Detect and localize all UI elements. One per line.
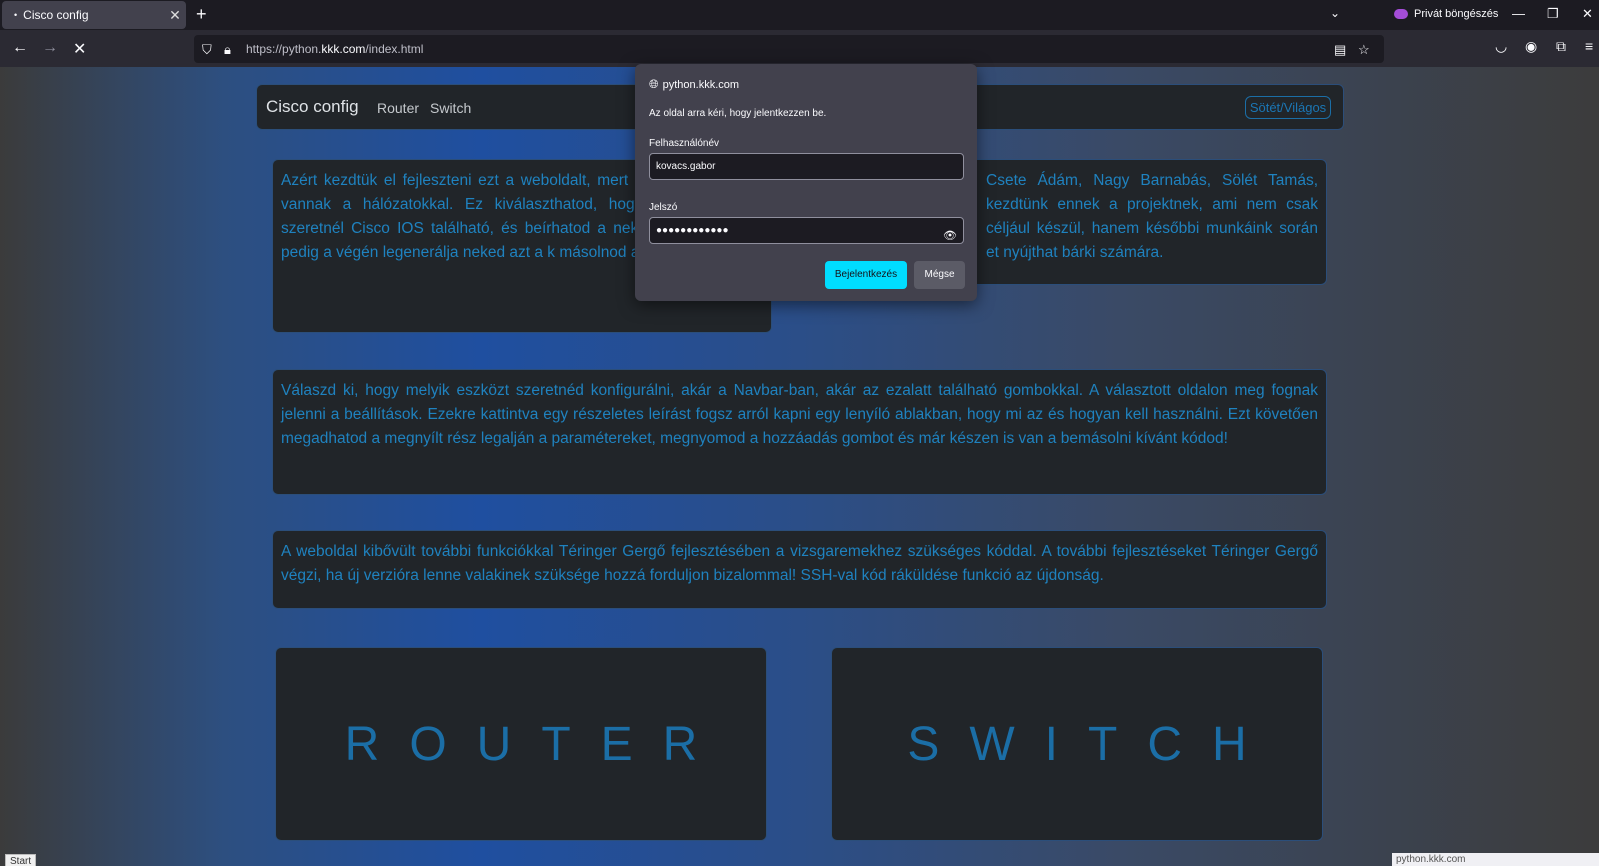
url-text[interactable]: https://python.kkk.com/index.html — [246, 42, 423, 56]
lock-icon[interactable]: 🔒︎ — [224, 42, 231, 58]
url-path: /index.html — [365, 42, 424, 56]
loading-icon: • — [14, 10, 18, 20]
auth-dialog: 🌐︎ python.kkk.com Az oldal arra kéri, ho… — [635, 64, 977, 301]
tab-cisco-config[interactable]: • Cisco config ✕ — [2, 1, 186, 29]
tab-title: Cisco config — [23, 8, 89, 22]
new-tab-icon[interactable]: + — [196, 4, 207, 25]
tab-bar: • Cisco config ✕ + ⌄ Privát böngészés — … — [0, 0, 1599, 30]
close-window-icon[interactable]: ✕ — [1582, 6, 1593, 22]
minimize-icon[interactable]: — — [1512, 6, 1525, 21]
site-brand[interactable]: Cisco config — [266, 97, 359, 117]
private-mask-icon — [1394, 9, 1408, 19]
username-field[interactable]: kovacs.gabor — [649, 153, 964, 180]
browser-toolbar: ← → ✕ ⛉ 🔒︎ https://python.kkk.com/index.… — [0, 30, 1599, 67]
globe-icon: 🌐︎ — [649, 77, 659, 91]
url-domain: kkk.com — [321, 42, 366, 56]
password-field[interactable]: ●●●●●●●●●●●● 👁︎ — [649, 217, 964, 244]
menu-icon[interactable]: ≡ — [1585, 38, 1593, 54]
forward-icon[interactable]: → — [42, 39, 58, 57]
router-button[interactable]: ROUTER — [275, 647, 767, 841]
intro-card-right: Csete Ádám, Nagy Barnabás, Sölét Tamás, … — [965, 159, 1327, 285]
usage-card: Válaszd ki, hogy melyik eszközt szeretné… — [272, 369, 1327, 495]
restore-icon[interactable]: ❐ — [1547, 6, 1559, 22]
status-url: python.kkk.com — [1392, 853, 1599, 866]
private-browsing-label: Privát böngészés — [1414, 8, 1499, 20]
show-password-eye-icon[interactable]: 👁︎ — [943, 224, 957, 249]
dialog-host: 🌐︎ python.kkk.com — [649, 77, 739, 92]
dialog-message: Az oldal arra kéri, hogy jelentkezzen be… — [649, 108, 827, 119]
login-button[interactable]: Bejelentkezés — [825, 261, 907, 289]
switch-button[interactable]: SWITCH — [831, 647, 1323, 841]
url-bar[interactable]: ⛉ 🔒︎ https://python.kkk.com/index.html ▤… — [194, 35, 1384, 63]
password-value: ●●●●●●●●●●●● — [656, 225, 729, 236]
dialog-host-text: python.kkk.com — [662, 78, 740, 91]
stop-loading-icon[interactable]: ✕ — [73, 39, 86, 59]
tab-list-chevron-icon[interactable]: ⌄ — [1330, 6, 1340, 20]
account-icon[interactable]: ◉ — [1525, 38, 1537, 55]
start-label: Start — [5, 854, 37, 866]
reader-view-icon[interactable]: ▤ — [1334, 42, 1346, 58]
nav-link-switch[interactable]: Switch — [430, 100, 471, 116]
username-label: Felhasználónév — [649, 138, 720, 149]
extensions-icon[interactable]: ⧉ — [1556, 38, 1566, 55]
password-label: Jelszó — [649, 202, 678, 213]
update-card: A weboldal kibővült további funkciókkal … — [272, 530, 1327, 609]
private-browsing-indicator: Privát böngészés — [1394, 8, 1498, 20]
theme-toggle-button[interactable]: Sötét/Világos — [1245, 96, 1331, 119]
tab-close-icon[interactable]: ✕ — [164, 7, 186, 24]
nav-link-router[interactable]: Router — [377, 100, 419, 116]
cancel-button[interactable]: Mégse — [914, 261, 965, 289]
bookmark-star-icon[interactable]: ☆ — [1358, 42, 1370, 58]
url-prefix: https://python. — [246, 42, 322, 56]
shield-icon[interactable]: ⛉ — [202, 42, 212, 58]
pocket-icon[interactable]: ◡ — [1495, 38, 1507, 55]
back-icon[interactable]: ← — [12, 39, 28, 57]
